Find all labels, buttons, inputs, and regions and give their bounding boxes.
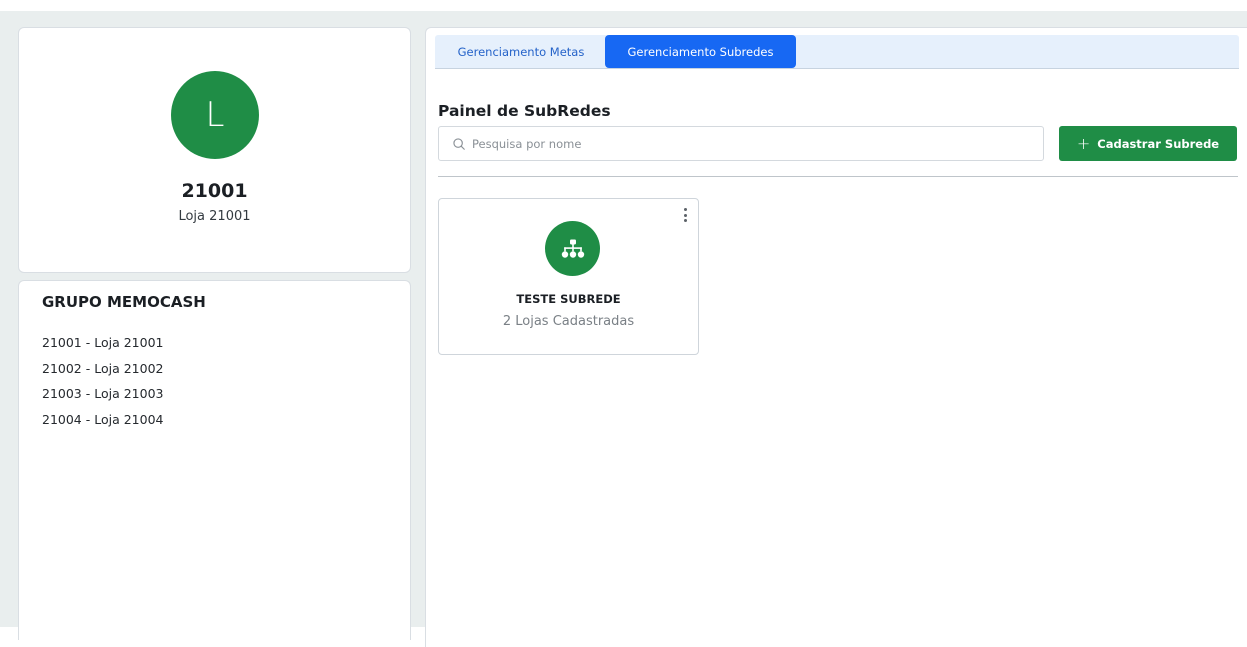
main-panel: Gerenciamento Metas Gerenciamento Subred…	[425, 27, 1247, 647]
add-subrede-label: Cadastrar Subrede	[1097, 136, 1220, 151]
divider	[438, 176, 1238, 177]
subrede-store-count: 2 Lojas Cadastradas	[502, 314, 635, 329]
subrede-card[interactable]: TESTE SUBREDE 2 Lojas Cadastradas	[438, 198, 699, 355]
subrede-name: TESTE SUBREDE	[516, 292, 621, 306]
tab-gerenciamento-metas[interactable]: Gerenciamento Metas	[438, 35, 604, 68]
store-list-item: 21001 - Loja 21001	[42, 335, 164, 350]
app-background: L 21001 Loja 21001 GRUPO MEMOCASH 21001 …	[0, 11, 1247, 647]
avatar: L	[171, 71, 259, 159]
more-options-icon[interactable]	[680, 207, 690, 223]
store-code: 21001	[181, 180, 248, 202]
search-input[interactable]	[472, 127, 1043, 160]
store-list: 21001 - Loja 21001 21002 - Loja 21002 21…	[42, 330, 163, 432]
store-profile-card: L 21001 Loja 21001	[18, 27, 411, 273]
store-name: Loja 21001	[178, 209, 251, 224]
store-list-item: 21002 - Loja 21002	[42, 360, 164, 376]
store-list-item: 21003 - Loja 21003	[42, 386, 164, 401]
store-list-item: 21004 - Loja 21004	[42, 411, 164, 427]
page-title: Painel de SubRedes	[438, 102, 611, 120]
tab-gerenciamento-subredes[interactable]: Gerenciamento Subredes	[605, 35, 796, 68]
group-card: GRUPO MEMOCASH 21001 - Loja 21001 21002 …	[18, 280, 411, 640]
network-icon	[545, 221, 600, 276]
plus-icon: +	[1076, 133, 1091, 153]
search-field[interactable]	[438, 126, 1044, 161]
tab-bar: Gerenciamento Metas Gerenciamento Subred…	[435, 35, 1239, 69]
add-subrede-button[interactable]: + Cadastrar Subrede	[1059, 126, 1237, 161]
search-icon	[453, 137, 465, 150]
group-title: GRUPO MEMOCASH	[42, 293, 206, 311]
